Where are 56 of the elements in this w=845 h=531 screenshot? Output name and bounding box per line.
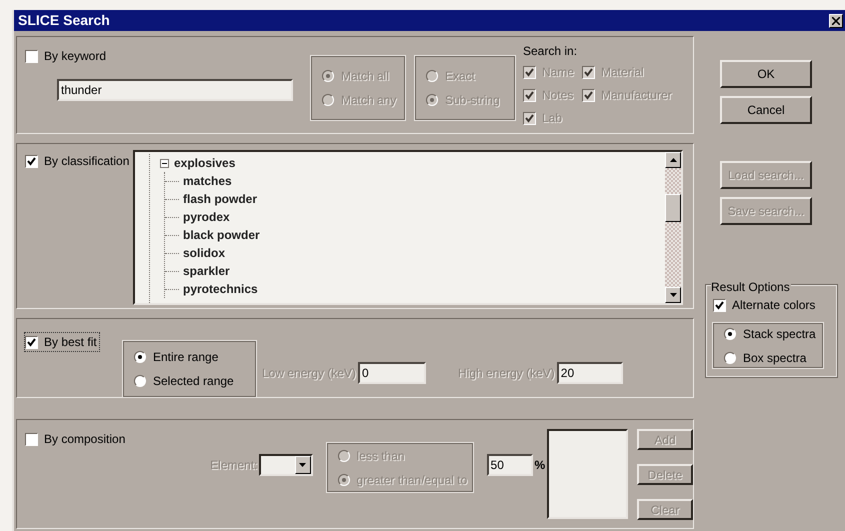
checkbox[interactable] — [713, 298, 726, 312]
radio-label: greater than/equal to — [356, 472, 468, 488]
collapse-icon[interactable] — [160, 158, 169, 168]
keyword-field[interactable]: thunder — [57, 79, 293, 101]
window-title: SLICE Search — [18, 11, 110, 30]
tree-item[interactable]: solidox — [183, 244, 226, 262]
dialog-button[interactable]: Cancel — [720, 96, 812, 124]
checkbox-label: Alternate colors — [732, 297, 816, 314]
checkbox-label: By keyword — [44, 48, 106, 65]
checkbox[interactable] — [25, 336, 38, 348]
up-arrow-icon — [670, 158, 676, 162]
tree-item[interactable]: pyrotechnics — [183, 280, 258, 298]
element-list[interactable] — [547, 429, 628, 519]
tree-item[interactable]: flash powder — [183, 190, 258, 208]
checkbox-label: Lab — [542, 110, 562, 127]
radio-label: Stack spectra — [743, 326, 816, 342]
checkbox-label: By best fit — [44, 334, 97, 351]
field-label: Element: — [210, 457, 258, 474]
checkbox-label: By classification — [44, 153, 130, 170]
tree-item[interactable]: sparkler — [183, 262, 230, 280]
scrollbar-thumb[interactable] — [665, 194, 681, 222]
close-button[interactable] — [829, 14, 843, 28]
checkbox[interactable] — [25, 50, 38, 62]
tree-item[interactable]: matches — [183, 172, 232, 190]
checkbox-label: Notes — [542, 87, 574, 104]
radio-button[interactable] — [134, 351, 146, 363]
radio-label: Selected range — [153, 373, 234, 390]
radio-label: Match any — [341, 92, 396, 109]
radio-button[interactable] — [134, 375, 146, 387]
checkbox-label: Manufacturer — [601, 87, 672, 104]
scrollbar[interactable] — [665, 152, 681, 303]
close-icon — [832, 16, 840, 24]
down-arrow-icon — [670, 293, 676, 297]
field-label: Low energy (keV) — [262, 365, 356, 382]
search-in-label: Search in: — [523, 43, 578, 60]
percent-field[interactable]: 50 — [486, 454, 533, 476]
radio-button[interactable] — [724, 328, 736, 340]
dialog-button[interactable]: OK — [720, 60, 812, 88]
percent-sign: % — [534, 457, 546, 474]
checkbox-label: Name — [542, 64, 574, 81]
checkbox-label: Material — [601, 64, 644, 81]
element-dropdown[interactable] — [258, 454, 313, 476]
radio-label: Match all — [341, 68, 390, 85]
radio-label: Exact — [445, 68, 476, 85]
radio-label: Box spectra — [743, 350, 806, 366]
radio-button[interactable] — [724, 352, 736, 364]
checkbox[interactable] — [25, 432, 38, 446]
tree-item[interactable]: pyrodex — [183, 208, 230, 226]
checkbox-label: By composition — [44, 431, 126, 448]
tree-item[interactable]: explosives — [174, 154, 236, 172]
radio-label: Entire range — [153, 349, 218, 366]
checkbox[interactable] — [25, 154, 38, 168]
tree-item[interactable]: black powder — [183, 226, 260, 244]
radio-label: Sub-string — [445, 92, 500, 109]
field-label: High energy (keV) — [458, 365, 555, 382]
radio-label: less than — [356, 448, 405, 464]
